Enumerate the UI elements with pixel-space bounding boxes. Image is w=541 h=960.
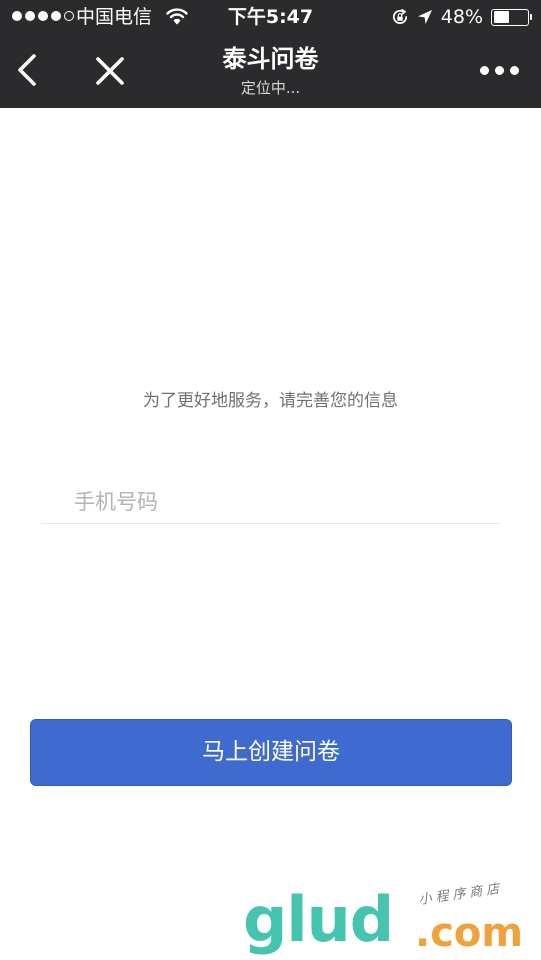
more-dot xyxy=(510,66,519,75)
location-arrow-icon xyxy=(417,10,432,24)
phone-number-input[interactable] xyxy=(41,480,500,524)
watermark-logo: glud .com 小程序商店 xyxy=(243,881,533,956)
watermark-main-text: glud xyxy=(243,883,394,956)
more-dots-icon[interactable] xyxy=(478,64,521,77)
battery-level-fill xyxy=(493,11,510,23)
status-bar: 中国电信 下午5:47 48% xyxy=(0,0,541,34)
battery-percentage: 48% xyxy=(440,6,483,28)
create-survey-button[interactable]: 马上创建问卷 xyxy=(30,719,512,786)
location-status: 定位中... xyxy=(240,79,301,97)
more-dot xyxy=(480,66,489,75)
info-prompt: 为了更好地服务，请完善您的信息 xyxy=(143,391,398,411)
battery-icon xyxy=(491,8,532,26)
watermark-domain-text: .com xyxy=(415,910,524,956)
page-title: 泰斗问卷 xyxy=(222,45,319,73)
status-indicators: 48% xyxy=(391,5,532,29)
rotation-lock-icon xyxy=(392,9,407,25)
more-dot xyxy=(495,66,504,75)
header: 中国电信 下午5:47 48% 泰斗问卷 定位中... xyxy=(0,0,541,108)
watermark-tagline: 小程序商店 xyxy=(417,881,505,908)
